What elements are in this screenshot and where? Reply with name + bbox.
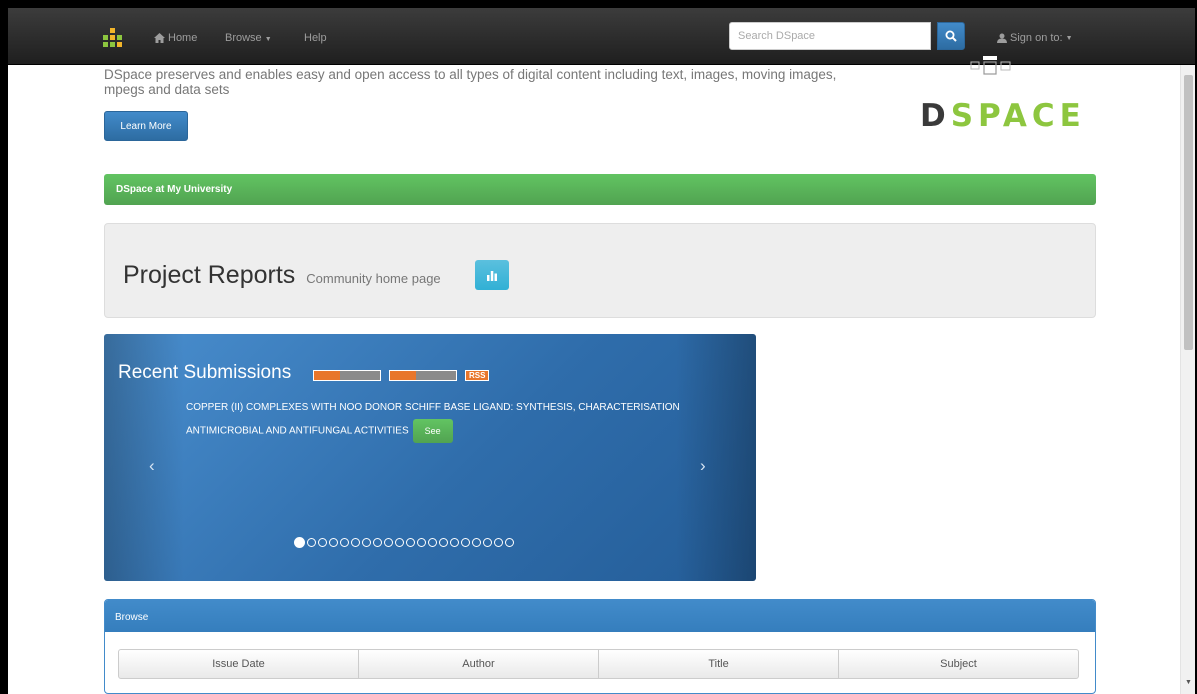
user-icon xyxy=(997,33,1007,43)
browse-author-button[interactable]: Author xyxy=(358,649,599,679)
community-stats-button[interactable] xyxy=(475,260,509,290)
carousel-indicator-dot[interactable] xyxy=(494,538,503,547)
carousel-indicator-dot[interactable] xyxy=(351,538,360,547)
nav-help-link[interactable]: Help xyxy=(304,32,327,44)
see-submission-button[interactable]: See xyxy=(412,419,453,443)
caret-down-icon: ▼ xyxy=(1065,34,1073,42)
sign-on-label: Sign on to: xyxy=(1010,32,1063,44)
dspace-brand-icon[interactable] xyxy=(103,28,123,48)
recent-submissions-carousel: Recent Submissions RSS COPPER (II) COMPL… xyxy=(104,334,756,581)
nav-home-label: Home xyxy=(168,32,198,44)
carousel-indicator-dot[interactable] xyxy=(340,538,349,547)
rss2-feed-button[interactable] xyxy=(389,370,457,381)
logo-squares-icon xyxy=(970,56,1011,75)
carousel-indicator-dot[interactable] xyxy=(318,538,327,547)
page-scrollbar[interactable]: ▼ xyxy=(1180,65,1195,694)
browse-panel-heading: Browse xyxy=(105,600,1095,632)
dspace-logo: DSPACE xyxy=(913,56,1081,136)
learn-more-button[interactable]: Learn More xyxy=(104,111,188,141)
page-title: Project Reports Community home page xyxy=(123,261,441,290)
recent-submissions-title: Recent Submissions xyxy=(118,362,292,383)
carousel-indicator-dot[interactable] xyxy=(472,538,481,547)
scrollbar-thumb[interactable] xyxy=(1184,75,1193,350)
browse-title-button[interactable]: Title xyxy=(598,649,839,679)
carousel-prev-icon[interactable]: ‹ xyxy=(149,456,155,476)
community-header: Project Reports Community home page xyxy=(104,223,1096,318)
carousel-indicator-dot[interactable] xyxy=(439,538,448,547)
carousel-slide: COPPER (II) COMPLEXES WITH NOO DONOR SCH… xyxy=(186,397,686,443)
carousel-indicator-dot[interactable] xyxy=(505,538,514,547)
nav-browse-label: Browse xyxy=(225,32,262,44)
carousel-indicators xyxy=(294,537,514,548)
carousel-indicator-dot[interactable] xyxy=(428,538,437,547)
carousel-indicator-dot[interactable] xyxy=(362,538,371,547)
rss-icon xyxy=(390,371,416,380)
carousel-indicator-dot[interactable] xyxy=(395,538,404,547)
carousel-indicator-dot[interactable] xyxy=(483,538,492,547)
browse-subject-button[interactable]: Subject xyxy=(838,649,1079,679)
home-icon xyxy=(154,33,165,43)
carousel-indicator-dot[interactable] xyxy=(417,538,426,547)
site-name-bar: DSpace at My University xyxy=(104,174,1096,205)
carousel-indicator-dot[interactable] xyxy=(406,538,415,547)
carousel-indicator-dot[interactable] xyxy=(450,538,459,547)
carousel-next-icon[interactable]: › xyxy=(700,456,706,476)
stats-icon xyxy=(487,270,497,281)
search-icon xyxy=(945,30,957,42)
browse-issue-date-button[interactable]: Issue Date xyxy=(118,649,359,679)
rss1-feed-button[interactable] xyxy=(313,370,381,381)
browse-panel: Browse Issue Date Author Title Subject xyxy=(104,599,1096,694)
community-title: Project Reports xyxy=(123,261,296,289)
scroll-down-arrow-icon[interactable]: ▼ xyxy=(1185,679,1192,686)
caret-down-icon: ▼ xyxy=(264,36,272,43)
nav-home-link[interactable]: Home xyxy=(154,32,197,44)
carousel-indicator-dot[interactable] xyxy=(373,538,382,547)
carousel-indicator-dot[interactable] xyxy=(307,538,316,547)
search-input[interactable] xyxy=(729,22,931,50)
carousel-indicator-dot[interactable] xyxy=(329,538,338,547)
sign-on-dropdown[interactable]: Sign on to: ▼ xyxy=(997,32,1073,44)
carousel-indicator-dot[interactable] xyxy=(294,537,305,548)
search-button[interactable] xyxy=(937,22,965,50)
dspace-description: DSpace preserves and enables easy and op… xyxy=(104,67,837,97)
rss-icon xyxy=(314,371,340,380)
carousel-indicator-dot[interactable] xyxy=(384,538,393,547)
nav-browse-dropdown[interactable]: Browse ▼ xyxy=(225,32,272,44)
browse-button-group: Issue Date Author Title Subject xyxy=(118,649,1079,679)
atom-rss-button[interactable]: RSS xyxy=(465,370,490,381)
carousel-indicator-dot[interactable] xyxy=(461,538,470,547)
browser-viewport: Home Browse ▼ Help Sign on to: ▼ ▼ DSpa xyxy=(8,8,1195,694)
community-subtitle: Community home page xyxy=(306,271,441,286)
feed-links: RSS xyxy=(313,370,490,381)
dspace-logo-wordmark: DSPACE xyxy=(920,98,1086,134)
